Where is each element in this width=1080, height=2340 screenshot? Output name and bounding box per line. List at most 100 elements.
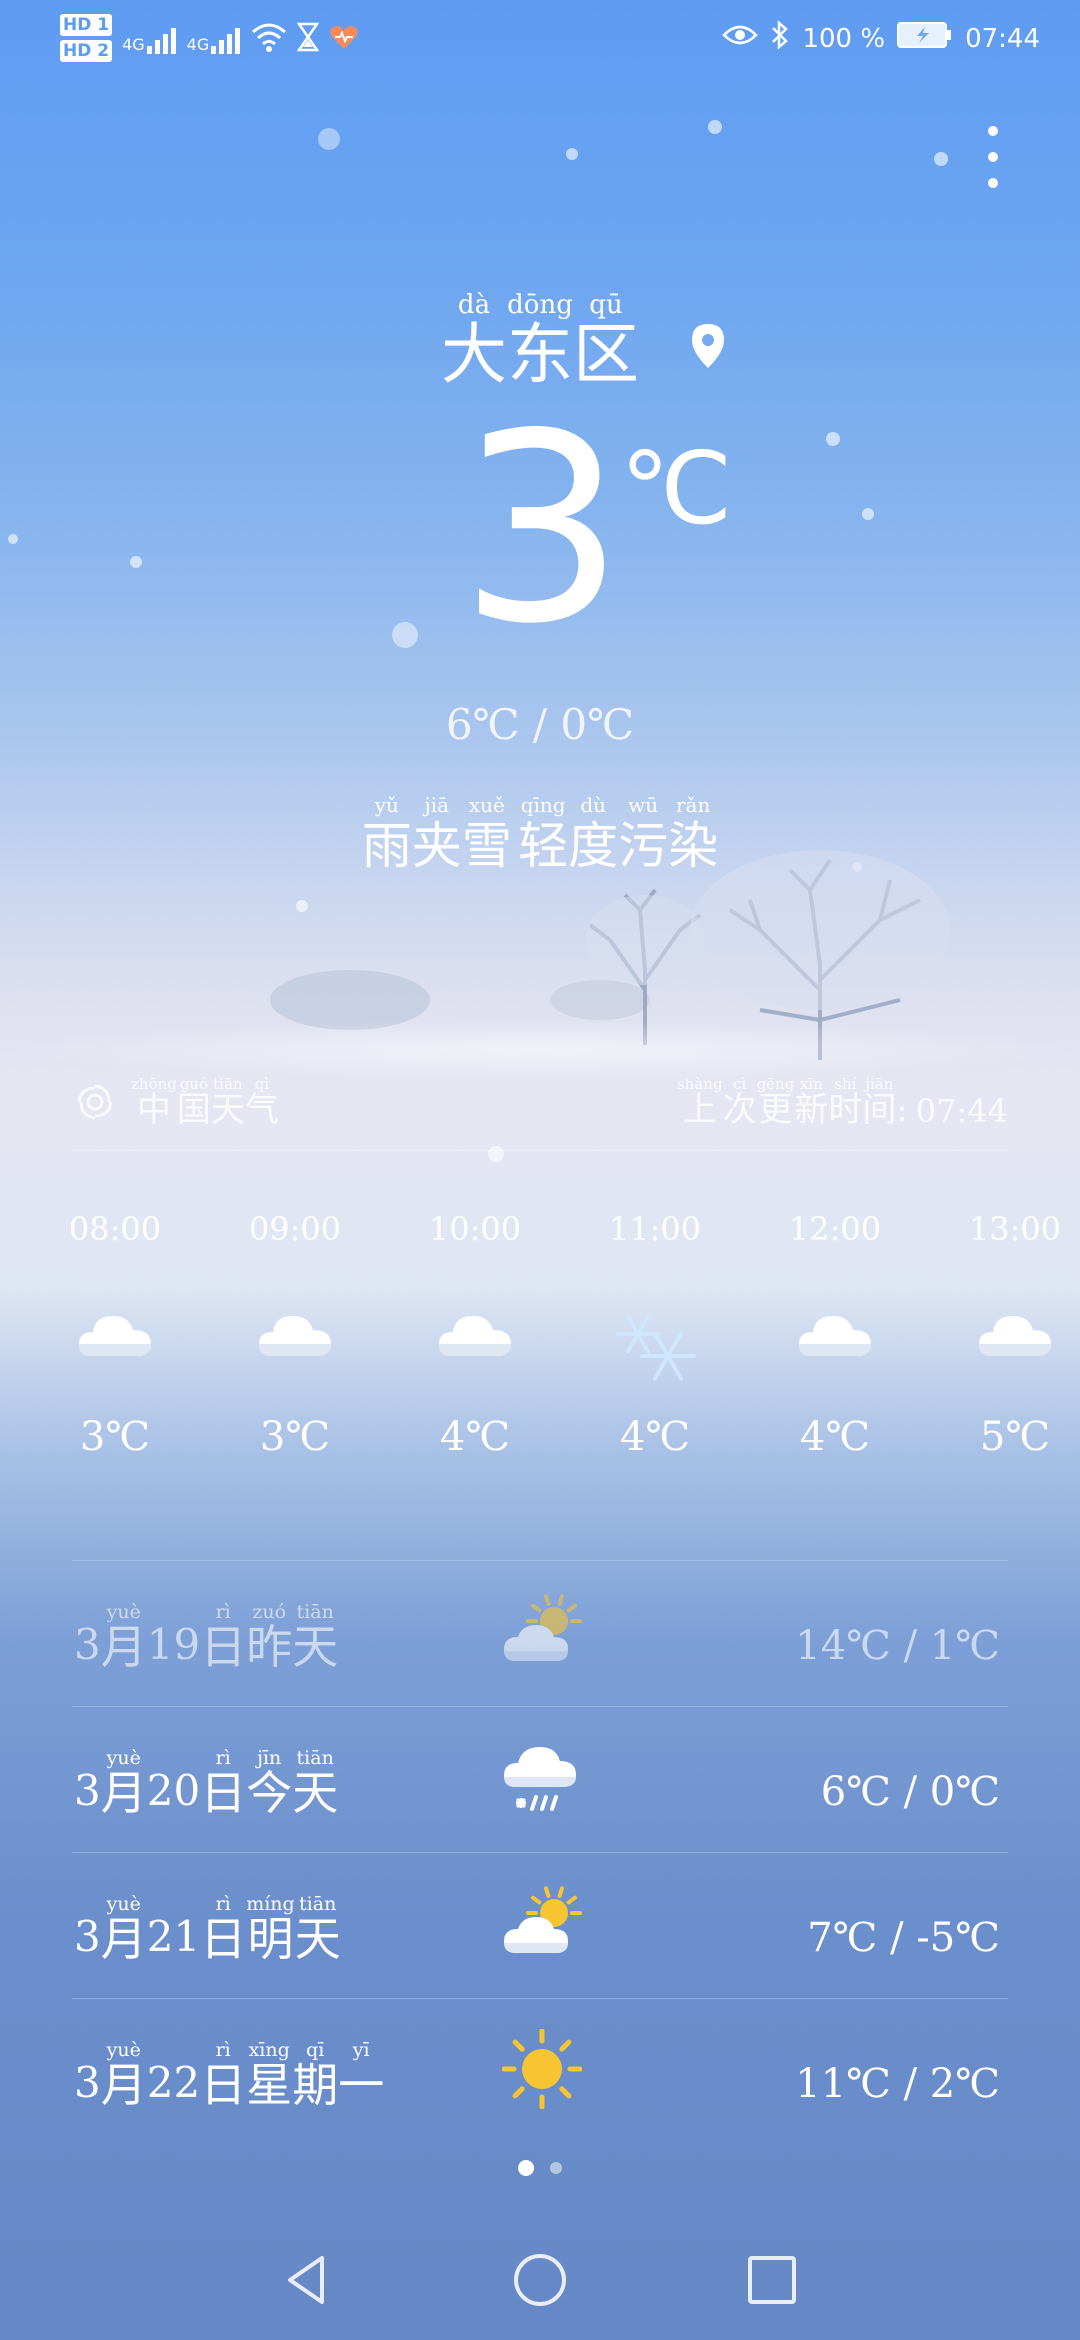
system-navigation-bar bbox=[0, 2230, 1080, 2340]
hourly-time: 08:00 bbox=[68, 1210, 162, 1248]
current-temp-value: 3 bbox=[459, 379, 624, 681]
hanzi: 明 bbox=[247, 1912, 294, 1966]
hourly-temp: 4℃ bbox=[799, 1414, 871, 1460]
daily-row[interactable]: 3 yuè 月 19 rì 日 zuó 昨 tiān 天 14℃ / 1℃ bbox=[72, 1560, 1008, 1706]
source-label: zhōng 中 guó 国 tiān 天 qì 气 bbox=[75, 1075, 279, 1129]
day-number: 19 bbox=[146, 1620, 201, 1670]
hourly-item[interactable]: 10:00 4℃ bbox=[405, 1210, 545, 1460]
last-updated: shàng 上 cì 次 gēng 更 xīn 新 shí 时 jiān 间 : 07:44 bbox=[677, 1075, 1008, 1129]
month-number: 3 bbox=[74, 1620, 101, 1670]
hanzi: 天 bbox=[210, 1090, 245, 1130]
more-options-button[interactable] bbox=[980, 126, 1006, 192]
hourly-forecast[interactable]: 08:00 3℃ 09:00 3℃ 10:00 4℃ 11:00 4℃ 12:00 4℃… bbox=[0, 1210, 1080, 1510]
location-name[interactable]: dà 大 dōng 东 qū 区 bbox=[441, 290, 639, 389]
hourly-temp: 4℃ bbox=[439, 1414, 511, 1460]
month-number: 3 bbox=[74, 1912, 101, 1962]
hourly-item[interactable]: 08:00 3℃ bbox=[45, 1210, 185, 1460]
current-temperature: 3 ℃ bbox=[0, 400, 1080, 660]
day-number: 20 bbox=[146, 1766, 201, 1816]
hanzi: 日 bbox=[200, 1766, 247, 1820]
ruby-char: rì 日 bbox=[200, 1747, 246, 1817]
last-updated-label: shàng 上 cì 次 gēng 更 xīn 新 shí 时 jiān 间 : bbox=[677, 1075, 908, 1129]
cloud-icon bbox=[45, 1308, 185, 1408]
hourly-temp: 3℃ bbox=[79, 1414, 151, 1460]
eye-comfort-icon bbox=[722, 23, 759, 54]
day-number: 22 bbox=[146, 2058, 201, 2108]
month-number: 3 bbox=[74, 1766, 101, 1816]
daily-date: 3 yuè 月 20 rì 日 jīn 今 tiān 天 bbox=[74, 1747, 338, 1817]
battery-percentage: 100 % bbox=[802, 23, 886, 54]
page-dot-active bbox=[518, 2160, 534, 2176]
daily-temp-range: 6℃ / 0℃ bbox=[820, 1769, 1000, 1815]
ruby-char: shí 时 bbox=[828, 1075, 862, 1129]
hourly-item[interactable]: 13:00 5℃ bbox=[945, 1210, 1080, 1460]
hanzi: 国 bbox=[176, 1090, 211, 1130]
ruby-char: tiān 天 bbox=[295, 1893, 341, 1963]
hourly-time: 09:00 bbox=[248, 1210, 342, 1248]
hanzi: 日 bbox=[200, 1912, 247, 1966]
ruby-char: qū 区 bbox=[573, 290, 639, 389]
pinyin: jiā bbox=[424, 793, 450, 817]
ruby-char: : bbox=[896, 1075, 907, 1129]
cloud-icon bbox=[405, 1308, 545, 1408]
day-number: 21 bbox=[146, 1912, 201, 1962]
wifi-icon bbox=[251, 22, 287, 59]
hourly-item[interactable]: 12:00 4℃ bbox=[765, 1210, 905, 1460]
hanzi: 期 bbox=[292, 2058, 339, 2112]
pinyin: wū bbox=[628, 793, 659, 817]
daily-temp-range: 11℃ / 2℃ bbox=[795, 2061, 1000, 2107]
ruby-char: yuè 月 bbox=[101, 1747, 147, 1817]
ruby-char: zuó 昨 bbox=[246, 1601, 292, 1671]
signal-icon-2: 4G bbox=[187, 26, 242, 54]
daily-row[interactable]: 3 yuè 月 20 rì 日 jīn 今 tiān 天 6℃ / 0℃ bbox=[72, 1706, 1008, 1852]
cloud-icon bbox=[945, 1308, 1080, 1408]
divider bbox=[72, 1150, 1008, 1151]
hanzi: : bbox=[896, 1090, 908, 1130]
hanzi: 今 bbox=[246, 1766, 293, 1820]
hanzi: 间 bbox=[862, 1090, 897, 1130]
hanzi: 时 bbox=[828, 1090, 863, 1130]
pinyin: rǎn bbox=[675, 793, 711, 817]
hourly-item[interactable]: 09:00 3℃ bbox=[225, 1210, 365, 1460]
hourly-temp: 5℃ bbox=[979, 1414, 1051, 1460]
ruby-char: tiān 天 bbox=[292, 1601, 338, 1671]
network-type-2: 4G bbox=[186, 35, 210, 54]
ruby-char: qì 气 bbox=[245, 1075, 279, 1129]
location-title[interactable]: dà 大 dōng 东 qū 区 bbox=[0, 290, 1080, 389]
daily-row[interactable]: 3 yuè 月 21 rì 日 míng 明 tiān 天 7℃ / -5℃ bbox=[72, 1852, 1008, 1998]
pinyin: qīng bbox=[520, 793, 566, 817]
hanzi: 日 bbox=[200, 1620, 247, 1674]
hourly-temp: 3℃ bbox=[259, 1414, 331, 1460]
pinyin: xuě bbox=[468, 793, 505, 817]
hanzi: 月 bbox=[100, 1766, 147, 1820]
ruby-char: yuè 月 bbox=[101, 1601, 147, 1671]
hourly-time: 13:00 bbox=[968, 1210, 1062, 1248]
ruby-char: tiān 天 bbox=[292, 1747, 338, 1817]
hanzi: 天 bbox=[292, 1620, 339, 1674]
ruby-char: dōng 东 bbox=[507, 290, 573, 389]
location-pin-icon[interactable] bbox=[688, 322, 728, 370]
ruby-char: gēng 更 bbox=[757, 1075, 795, 1129]
current-temp-unit: ℃ bbox=[620, 430, 733, 547]
home-icon[interactable] bbox=[510, 2250, 570, 2310]
china-weather-logo-icon bbox=[77, 1084, 113, 1120]
hourly-time: 10:00 bbox=[428, 1210, 522, 1248]
recents-icon[interactable] bbox=[742, 2250, 802, 2310]
daily-temp-range: 14℃ / 1℃ bbox=[795, 1623, 1000, 1669]
status-time: 07:44 bbox=[965, 23, 1040, 54]
hourly-item[interactable]: 11:00 4℃ bbox=[585, 1210, 725, 1460]
back-icon[interactable] bbox=[278, 2250, 338, 2310]
daily-forecast[interactable]: 3 yuè 月 19 rì 日 zuó 昨 tiān 天 14℃ / 1℃ 3 yuè 月 … bbox=[72, 1560, 1008, 2144]
sun-icon bbox=[501, 2028, 583, 2110]
ruby-char: xīng 星 bbox=[246, 2039, 292, 2109]
hd2-badge: HD 2 bbox=[60, 40, 113, 62]
hourly-time: 12:00 bbox=[788, 1210, 882, 1248]
ruby-char: shàng 上 bbox=[677, 1075, 723, 1129]
month-number: 3 bbox=[74, 2058, 101, 2108]
daily-row[interactable]: 3 yuè 月 22 rì 日 xīng 星 qī 期 yī 一 11℃ / 2℃ bbox=[72, 1998, 1008, 2144]
hanzi: 更 bbox=[758, 1090, 793, 1130]
ruby-char: guó 国 bbox=[177, 1075, 211, 1129]
hanzi: 月 bbox=[100, 1912, 147, 1966]
daily-temp-range: 7℃ / -5℃ bbox=[807, 1915, 1000, 1961]
hourly-time: 11:00 bbox=[608, 1210, 702, 1248]
